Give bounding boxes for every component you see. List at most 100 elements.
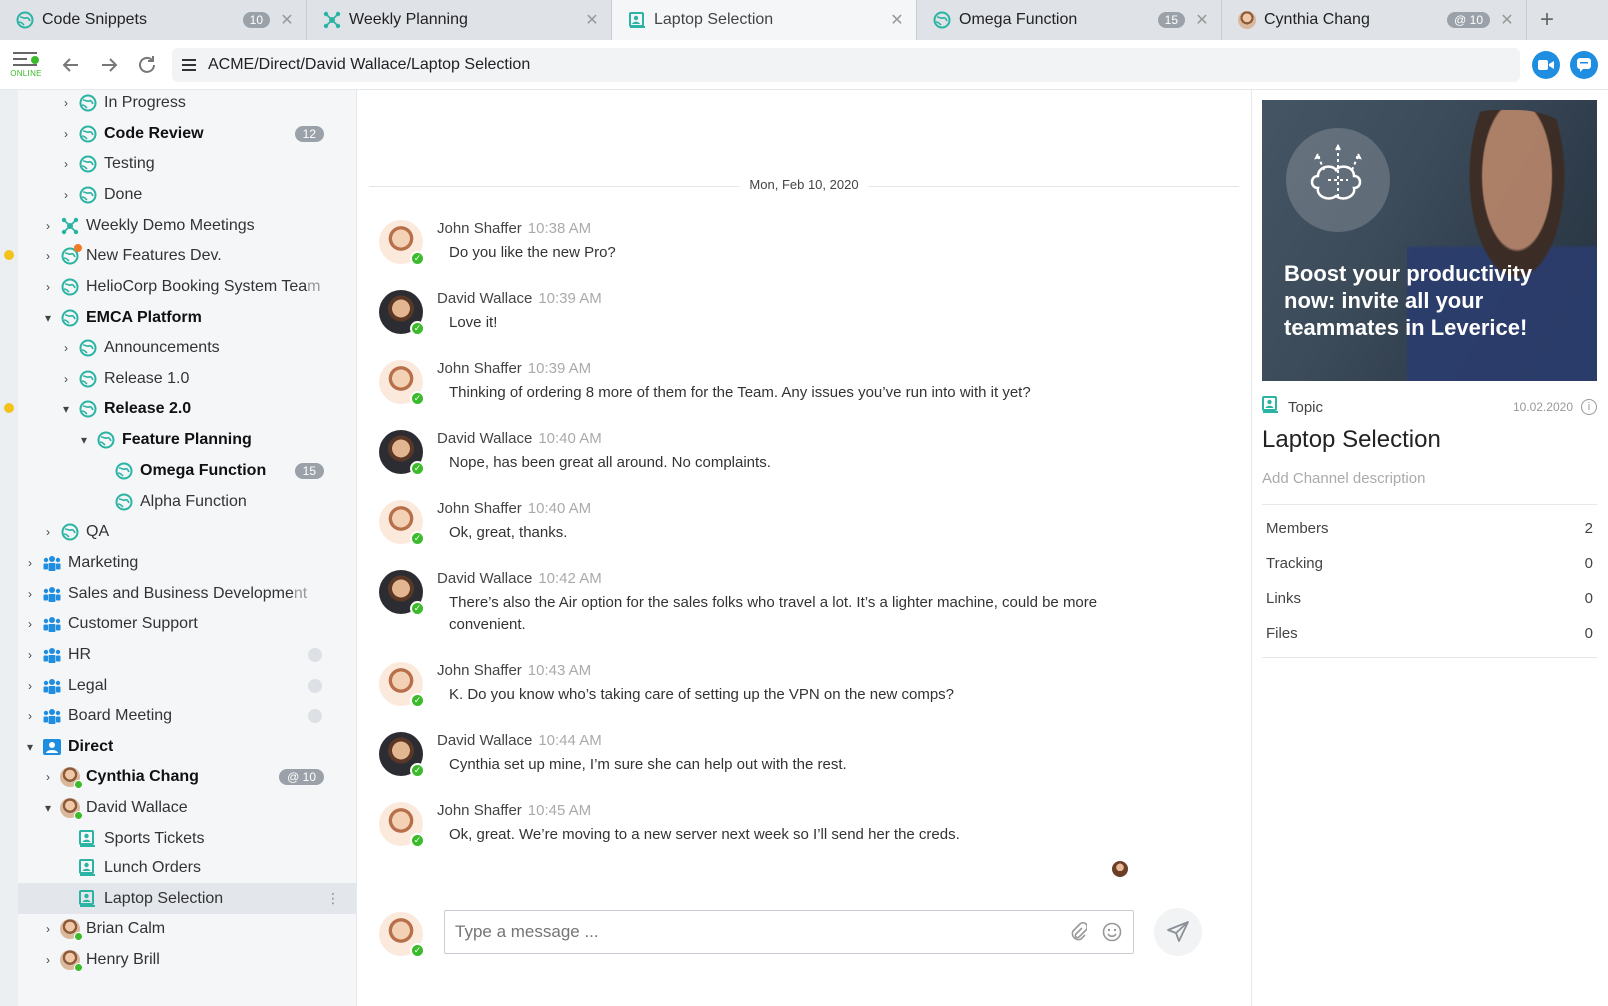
back-button[interactable] bbox=[52, 45, 90, 85]
sidebar-item[interactable]: › Henry Brill bbox=[18, 944, 356, 975]
sidebar-item[interactable]: › Done bbox=[18, 179, 356, 210]
sidebar-item[interactable]: ▾ Direct bbox=[18, 731, 356, 762]
caret-down-icon[interactable]: ▾ bbox=[42, 801, 54, 815]
caret-down-icon[interactable]: ▾ bbox=[42, 311, 54, 325]
caret-down-icon[interactable]: ▾ bbox=[24, 740, 36, 754]
promo-banner[interactable]: Boost your productivity now: invite all … bbox=[1262, 100, 1597, 381]
more-options-icon[interactable]: ⋮ bbox=[326, 890, 340, 907]
caret-right-icon[interactable]: › bbox=[60, 341, 72, 355]
tab-cynthia-chang[interactable]: Cynthia Chang @ 10 ✕ bbox=[1222, 0, 1527, 40]
tab-code-snippets[interactable]: Code Snippets 10 ✕ bbox=[0, 0, 307, 40]
caret-right-icon[interactable]: › bbox=[42, 770, 54, 784]
sidebar-item[interactable]: Alpha Function bbox=[18, 486, 356, 517]
stat-files[interactable]: Files 0 bbox=[1262, 616, 1597, 651]
paperclip-icon[interactable] bbox=[1067, 921, 1089, 943]
channel-description-input[interactable]: Add Channel description bbox=[1262, 470, 1425, 487]
presence-status[interactable]: ONLINE bbox=[0, 40, 52, 90]
tab-weekly-planning[interactable]: Weekly Planning ✕ bbox=[307, 0, 612, 40]
stat-links[interactable]: Links 0 bbox=[1262, 581, 1597, 616]
caret-right-icon[interactable]: › bbox=[42, 525, 54, 539]
send-button[interactable] bbox=[1154, 908, 1202, 956]
sidebar-item[interactable]: ▾ Release 2.0 bbox=[18, 393, 356, 424]
sidebar-item[interactable]: › Cynthia Chang @ 10 bbox=[18, 761, 356, 792]
message-author[interactable]: David Wallace bbox=[437, 732, 532, 749]
sidebar-item[interactable]: Sports Tickets bbox=[18, 823, 356, 854]
caret-right-icon[interactable]: › bbox=[60, 372, 72, 386]
sidebar-item[interactable]: › Code Review 12 bbox=[18, 118, 356, 149]
sidebar-item[interactable]: › New Features Dev. bbox=[18, 240, 356, 271]
sidebar-item[interactable]: › Board Meeting bbox=[18, 700, 356, 731]
stat-tracking[interactable]: Tracking 0 bbox=[1262, 546, 1597, 581]
caret-right-icon[interactable]: › bbox=[24, 587, 36, 601]
sidebar-item[interactable]: ▾ EMCA Platform bbox=[18, 302, 356, 333]
avatar[interactable]: ✓ bbox=[379, 802, 425, 848]
reload-button[interactable] bbox=[128, 45, 166, 85]
message-author[interactable]: David Wallace bbox=[437, 430, 532, 447]
caret-down-icon[interactable]: ▾ bbox=[78, 433, 90, 447]
caret-down-icon[interactable]: ▾ bbox=[60, 402, 72, 416]
chat-button[interactable] bbox=[1570, 50, 1598, 79]
caret-right-icon[interactable]: › bbox=[24, 556, 36, 570]
caret-right-icon[interactable]: › bbox=[24, 679, 36, 693]
tab-omega-function[interactable]: Omega Function 15 ✕ bbox=[917, 0, 1222, 40]
close-icon[interactable]: ✕ bbox=[1500, 10, 1514, 30]
close-icon[interactable]: ✕ bbox=[280, 10, 294, 30]
close-icon[interactable]: ✕ bbox=[890, 10, 904, 30]
caret-right-icon[interactable]: › bbox=[60, 157, 72, 171]
sidebar-item[interactable]: Laptop Selection ⋮ bbox=[18, 883, 356, 914]
caret-right-icon[interactable]: › bbox=[60, 188, 72, 202]
caret-right-icon[interactable]: › bbox=[42, 280, 54, 294]
message-author[interactable]: David Wallace bbox=[437, 570, 532, 587]
sidebar-item[interactable]: ▾ Feature Planning bbox=[18, 424, 356, 455]
caret-right-icon[interactable]: › bbox=[60, 127, 72, 141]
sidebar-item[interactable]: Omega Function 15 bbox=[18, 455, 356, 486]
emoji-icon[interactable] bbox=[1101, 921, 1123, 943]
sidebar-item[interactable]: › Release 1.0 bbox=[18, 363, 356, 394]
avatar[interactable]: ✓ bbox=[379, 732, 425, 778]
message-author[interactable]: John Shaffer bbox=[437, 500, 522, 517]
caret-right-icon[interactable]: › bbox=[42, 219, 54, 233]
avatar[interactable]: ✓ bbox=[379, 662, 425, 708]
caret-right-icon[interactable]: › bbox=[42, 922, 54, 936]
message-author[interactable]: John Shaffer bbox=[437, 360, 522, 377]
sidebar-item[interactable]: › Legal bbox=[18, 670, 356, 701]
sidebar-item[interactable]: Lunch Orders bbox=[18, 852, 356, 883]
info-icon[interactable]: i bbox=[1581, 399, 1597, 415]
avatar[interactable]: ✓ bbox=[379, 220, 425, 266]
avatar[interactable]: ✓ bbox=[379, 430, 425, 476]
sidebar-item[interactable]: › HR bbox=[18, 639, 356, 670]
sidebar-item[interactable]: › Customer Support bbox=[18, 608, 356, 639]
url-field[interactable]: ACME/Direct/David Wallace/Laptop Selecti… bbox=[172, 47, 1520, 82]
sidebar-item[interactable]: › QA bbox=[18, 516, 356, 547]
caret-right-icon[interactable]: › bbox=[24, 709, 36, 723]
new-tab-button[interactable]: + bbox=[1527, 0, 1567, 40]
avatar[interactable]: ✓ bbox=[379, 500, 425, 546]
avatar[interactable]: ✓ bbox=[379, 360, 425, 406]
close-icon[interactable]: ✕ bbox=[1195, 10, 1209, 30]
close-icon[interactable]: ✕ bbox=[585, 10, 599, 30]
message-input[interactable] bbox=[455, 922, 1055, 942]
caret-right-icon[interactable]: › bbox=[42, 249, 54, 263]
sidebar-item[interactable]: › Brian Calm bbox=[18, 913, 356, 944]
caret-right-icon[interactable]: › bbox=[24, 648, 36, 662]
sidebar-item[interactable]: › Weekly Demo Meetings bbox=[18, 210, 356, 241]
sidebar-item[interactable]: › HelioCorp Booking System Team bbox=[18, 271, 356, 302]
caret-right-icon[interactable]: › bbox=[24, 617, 36, 631]
sidebar-item[interactable]: › Announcements bbox=[18, 332, 356, 363]
caret-right-icon[interactable]: › bbox=[60, 96, 72, 110]
message-author[interactable]: John Shaffer bbox=[437, 662, 522, 679]
message-author[interactable]: David Wallace bbox=[437, 290, 532, 307]
video-call-button[interactable] bbox=[1532, 50, 1560, 79]
caret-right-icon[interactable]: › bbox=[42, 953, 54, 967]
forward-button[interactable] bbox=[90, 45, 128, 85]
sidebar-item[interactable]: › In Progress bbox=[18, 87, 356, 118]
avatar[interactable]: ✓ bbox=[379, 570, 425, 616]
message-author[interactable]: John Shaffer bbox=[437, 220, 522, 237]
message-author[interactable]: John Shaffer bbox=[437, 802, 522, 819]
avatar[interactable]: ✓ bbox=[379, 290, 425, 336]
sidebar-item[interactable]: › Sales and Business Development bbox=[18, 578, 356, 609]
sidebar-item[interactable]: ▾ David Wallace bbox=[18, 792, 356, 823]
hamburger-icon[interactable] bbox=[182, 58, 196, 71]
tab-laptop-selection[interactable]: Laptop Selection ✕ bbox=[612, 0, 917, 40]
sidebar-item[interactable]: › Testing bbox=[18, 148, 356, 179]
